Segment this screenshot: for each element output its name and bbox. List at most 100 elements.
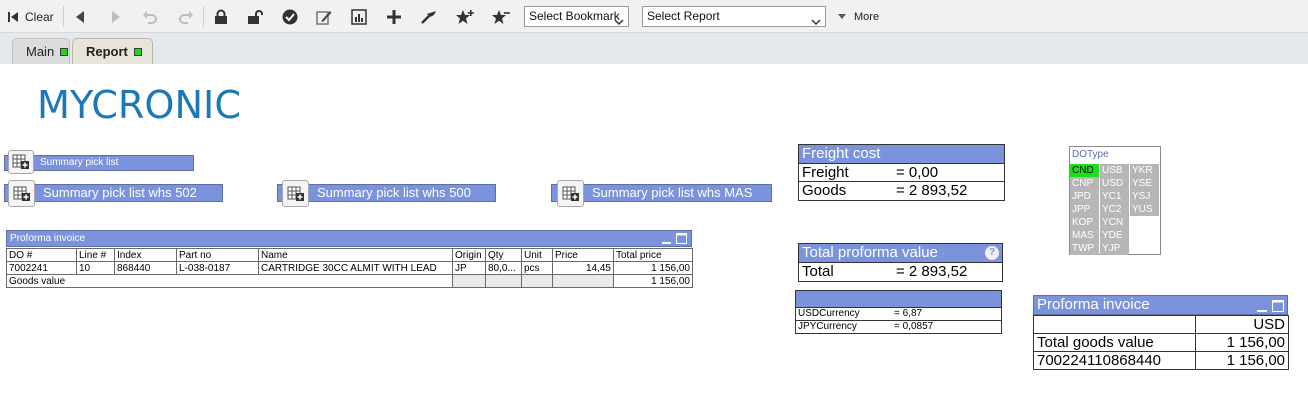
redo-button[interactable] [176, 6, 196, 27]
total-row: Total = 2 893,52 [799, 263, 1002, 281]
dotype-title: DOType [1070, 147, 1160, 162]
dotype-item[interactable]: YC1 [1100, 190, 1129, 203]
table-add-icon[interactable] [557, 180, 584, 207]
column-header[interactable]: Line # [76, 248, 115, 262]
summary-pick-list-500-button[interactable]: Summary pick list whs 500 [277, 184, 496, 202]
redo-icon [178, 10, 194, 24]
bookmark-select[interactable]: Select Bookmark [524, 6, 629, 27]
cell-do[interactable]: 7002241 [6, 261, 77, 275]
column-header[interactable]: Qty [485, 248, 522, 262]
minimize-icon[interactable] [662, 234, 671, 249]
dotype-item[interactable]: CND [1070, 164, 1099, 177]
forward-button[interactable] [106, 6, 126, 27]
cell-origin[interactable]: JP [452, 261, 486, 275]
dotype-item[interactable]: CNP [1070, 177, 1099, 190]
dotype-item[interactable]: USB [1100, 164, 1129, 177]
currency-header [796, 291, 1001, 308]
add-bookmark-button[interactable] [453, 6, 477, 27]
dotype-item[interactable]: MAS [1070, 229, 1099, 242]
dotype-item[interactable]: KOP [1070, 216, 1099, 229]
unlock-icon [247, 9, 263, 25]
toolbar-divider [63, 6, 64, 27]
cell-qty[interactable]: 80,0... [485, 261, 522, 275]
table-add-icon[interactable] [282, 180, 309, 207]
table-add-icon[interactable] [8, 180, 35, 207]
back-button[interactable] [70, 6, 90, 27]
dotype-item[interactable]: YDE [1100, 229, 1129, 242]
undo-button[interactable] [140, 6, 160, 27]
minimize-icon[interactable] [1257, 299, 1267, 314]
totals-row: Goods value 1 156,00 [6, 274, 693, 288]
column-header[interactable]: Part no [176, 248, 259, 262]
cell-line[interactable]: 10 [76, 261, 115, 275]
cell-total-price[interactable]: 1 156,00 [613, 261, 693, 275]
dotype-item[interactable]: YSJ [1130, 190, 1159, 203]
table-add-icon[interactable] [8, 150, 34, 174]
cell-index[interactable]: 868440 [114, 261, 177, 275]
report-select[interactable]: Select Report [642, 6, 826, 27]
summary-pick-list-mas-button[interactable]: Summary pick list whs MAS [551, 184, 772, 202]
add-button[interactable] [384, 6, 404, 27]
more-button[interactable]: More [838, 6, 888, 27]
dotype-item[interactable]: YJP [1100, 242, 1129, 255]
row-value[interactable]: 1 156,00 [1195, 333, 1289, 352]
dotype-item[interactable]: TWP [1070, 242, 1099, 255]
dotype-item[interactable]: USD [1100, 177, 1129, 190]
toolbar-divider [203, 6, 204, 27]
column-header[interactable]: Index [114, 248, 177, 262]
help-icon[interactable]: ? [985, 246, 999, 260]
dotype-item[interactable]: YSE [1130, 177, 1159, 190]
table-row[interactable]: Total goods value 1 156,00 [1033, 333, 1289, 352]
tab-report[interactable]: Report [72, 38, 153, 64]
proforma-invoice-header: Proforma invoice [6, 230, 692, 247]
column-header[interactable]: Price [552, 248, 614, 262]
column-header[interactable]: Origin [452, 248, 486, 262]
skip-back-icon [6, 10, 20, 24]
confirm-button[interactable] [280, 6, 300, 27]
goods-row: Goods = 2 893,52 [799, 182, 1004, 200]
chevron-down-icon [614, 13, 624, 32]
chart-button[interactable] [349, 6, 369, 27]
row-value[interactable]: 1 156,00 [1195, 351, 1289, 370]
summary-pick-list-502-label: Summary pick list whs 502 [43, 185, 197, 200]
brush-icon [420, 9, 438, 25]
dotype-item[interactable]: YKR [1130, 164, 1159, 177]
column-header[interactable]: DO # [6, 248, 77, 262]
maximize-icon[interactable] [676, 233, 687, 249]
row-label[interactable]: Total goods value [1033, 333, 1196, 352]
summary-pick-list-502-button[interactable]: Summary pick list whs 502 [4, 184, 223, 202]
cell-unit[interactable]: pcs [521, 261, 553, 275]
dotype-item[interactable]: JPD [1070, 190, 1099, 203]
empty-cell [521, 274, 553, 288]
jpy-currency-label: JPYCurrency [798, 321, 857, 332]
undo-icon [142, 10, 158, 24]
dotype-item[interactable]: YUS [1130, 203, 1159, 216]
column-header[interactable]: Name [258, 248, 453, 262]
usd-currency-label: USDCurrency [798, 308, 860, 319]
star-plus-icon [455, 9, 475, 25]
tab-main[interactable]: Main [12, 38, 70, 64]
sheet-tab-strip: Main Report [0, 33, 1308, 64]
dotype-item[interactable]: JPP [1070, 203, 1099, 216]
cell-price[interactable]: 14,45 [552, 261, 614, 275]
table-row[interactable]: 7002241 10 868440 L-038-0187 CARTRIDGE 3… [6, 261, 693, 275]
lock-button[interactable] [211, 6, 231, 27]
cell-part-no[interactable]: L-038-0187 [176, 261, 259, 275]
column-header[interactable]: Total price [613, 248, 693, 262]
empty-cell [1033, 315, 1196, 334]
arrow-right-icon [110, 10, 122, 24]
unlock-button[interactable] [245, 6, 265, 27]
row-label[interactable]: 700224110868440 [1033, 351, 1196, 370]
remove-bookmark-button[interactable] [489, 6, 513, 27]
cell-name[interactable]: CARTRIDGE 30CC ALMIT WITH LEAD [258, 261, 453, 275]
dotype-item[interactable]: YC2 [1100, 203, 1129, 216]
empty-cell [452, 274, 486, 288]
edit-button[interactable] [314, 6, 334, 27]
dotype-item[interactable]: YCN [1100, 216, 1129, 229]
clear-button[interactable]: Clear [6, 6, 58, 27]
maximize-icon[interactable] [1272, 299, 1284, 314]
column-header[interactable]: Unit [521, 248, 553, 262]
summary-pick-list-500-label: Summary pick list whs 500 [317, 185, 471, 200]
table-row[interactable]: 700224110868440 1 156,00 [1033, 351, 1289, 370]
tool-button[interactable] [418, 6, 440, 27]
